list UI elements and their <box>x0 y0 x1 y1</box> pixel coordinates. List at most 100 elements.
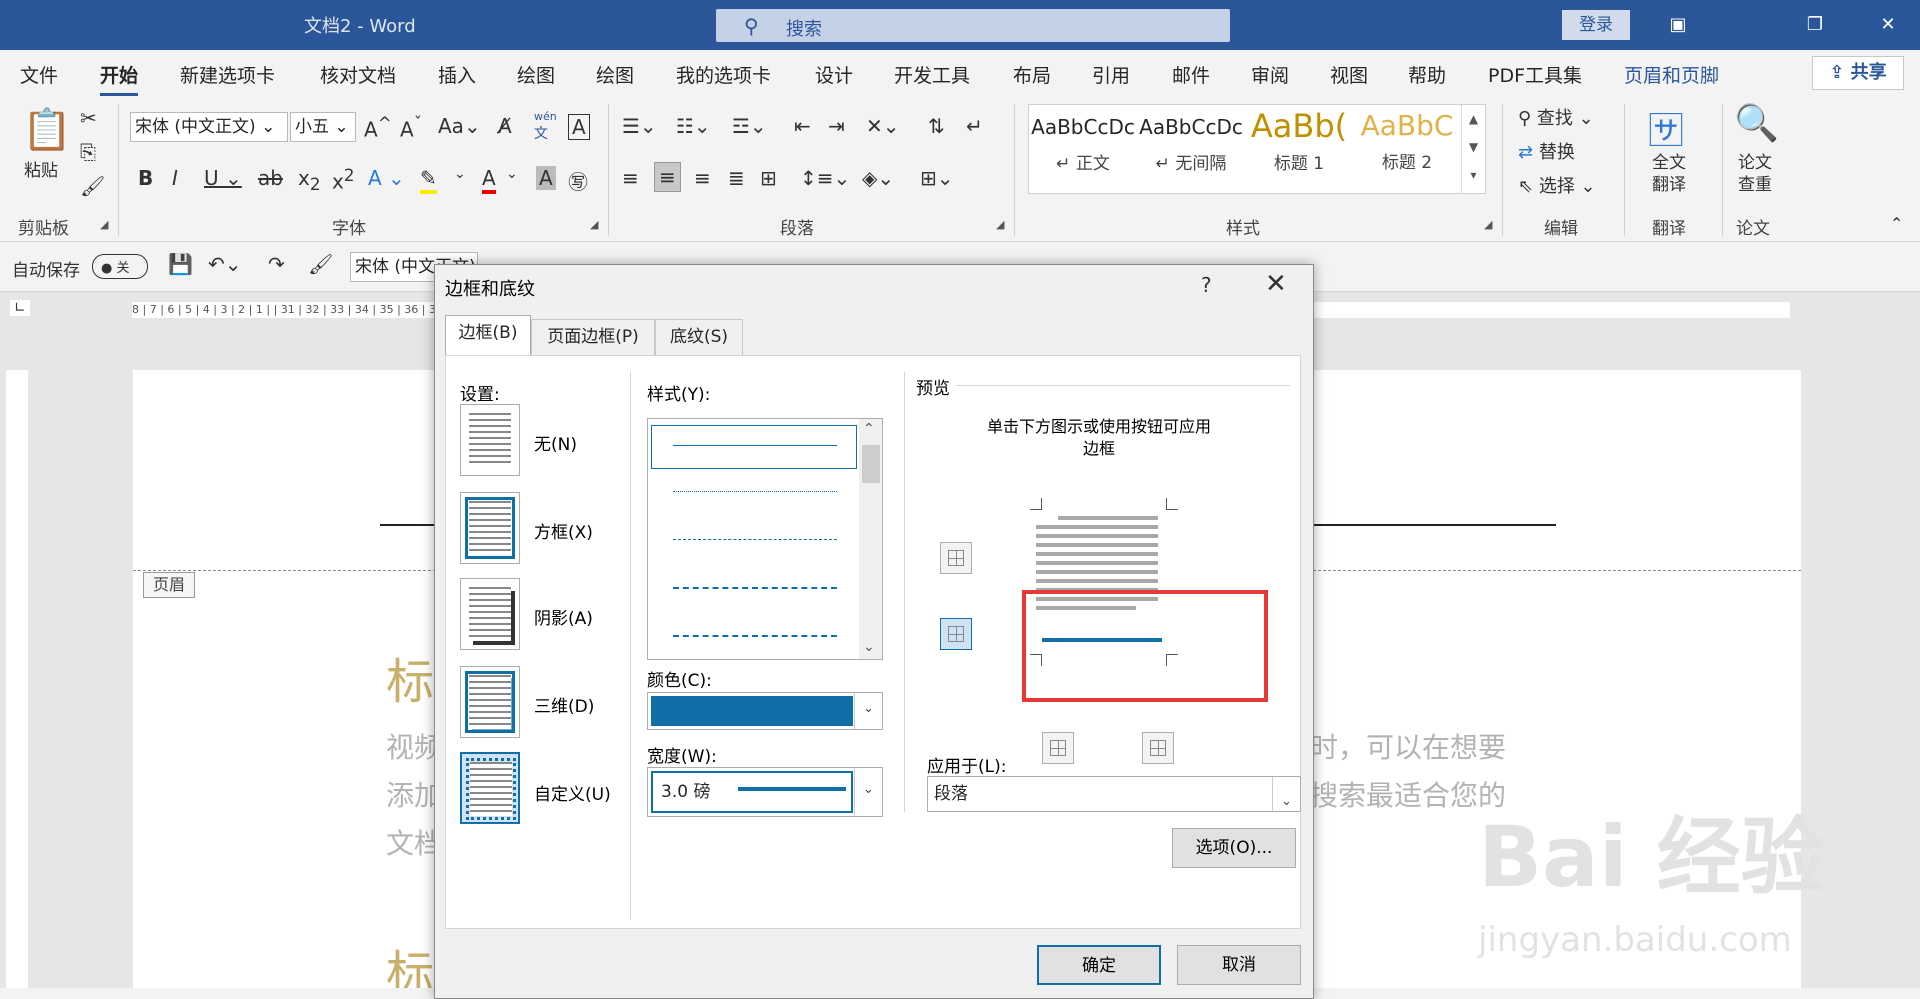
text-effects-icon[interactable]: A ⌄ <box>368 166 405 190</box>
style-dotted[interactable] <box>673 491 837 492</box>
paste-label[interactable]: 粘贴 <box>24 156 58 181</box>
font-launcher-icon[interactable]: ◢ <box>590 218 598 231</box>
strikethrough-icon[interactable]: ab <box>258 166 283 190</box>
autosave-toggle[interactable]: ● 关 <box>92 254 148 279</box>
justify-icon[interactable]: ≣ <box>728 166 745 190</box>
font-color-icon[interactable]: A <box>482 166 496 194</box>
tab-header-footer[interactable]: 页眉和页脚 <box>1624 61 1719 88</box>
font-name-combo[interactable]: 宋体 (中文正文) ⌄ <box>130 112 288 142</box>
setting-box-icon[interactable] <box>460 492 520 564</box>
decrease-indent-icon[interactable]: ⇤ <box>794 114 811 138</box>
tab-layout[interactable]: 布局 <box>1013 61 1051 88</box>
tab-new[interactable]: 新建选项卡 <box>180 61 275 88</box>
style-list-scrollbar[interactable]: ⌃ ⌄ <box>859 419 882 659</box>
restore-icon[interactable]: ❐ <box>1797 10 1833 40</box>
shrink-font-icon[interactable]: Aˇ <box>400 114 422 142</box>
apply-to-select[interactable]: 段落 ⌄ <box>927 776 1301 812</box>
paragraph-launcher-icon[interactable]: ◢ <box>996 218 1004 231</box>
styles-launcher-icon[interactable]: ◢ <box>1484 218 1492 231</box>
tab-stop-selector[interactable]: ∟ <box>10 300 30 316</box>
share-button[interactable]: ⇪ 共享 <box>1812 56 1904 90</box>
char-border-icon[interactable]: A <box>568 114 590 140</box>
align-center-icon[interactable]: ≡ <box>654 162 681 192</box>
paper-check-button[interactable]: 论文 查重 <box>1738 152 1772 196</box>
tab-home[interactable]: 开始 <box>100 61 139 96</box>
numbering-icon[interactable]: ☷⌄ <box>676 114 711 138</box>
chinese-layout-icon[interactable]: ✕⌄ <box>866 114 900 138</box>
scroll-thumb[interactable] <box>862 445 880 483</box>
align-left-icon[interactable]: ≡ <box>622 166 639 190</box>
tab-pdf-tools[interactable]: PDF工具集 <box>1488 61 1582 88</box>
increase-indent-icon[interactable]: ⇥ <box>828 114 845 138</box>
tab-insert[interactable]: 插入 <box>438 61 476 88</box>
undo-icon[interactable]: ↶⌄ <box>208 252 242 276</box>
chevron-down-icon[interactable]: ⌄ <box>854 693 882 729</box>
paste-icon[interactable]: 📋 <box>22 106 72 153</box>
chevron-down-icon[interactable]: ⌄ <box>854 768 882 816</box>
tab-design[interactable]: 设计 <box>815 61 853 88</box>
login-button[interactable]: 登录 <box>1562 10 1630 40</box>
shading-icon[interactable]: ◈⌄ <box>862 166 894 190</box>
redo-icon[interactable]: ↷ <box>268 252 285 276</box>
setting-3d-icon[interactable] <box>460 666 520 738</box>
style-heading-2[interactable]: AaBbC 标题 2 <box>1353 105 1461 193</box>
right-border-button[interactable] <box>1142 732 1174 764</box>
style-dashed[interactable] <box>673 587 837 589</box>
tab-file[interactable]: 文件 <box>20 61 58 88</box>
tab-shading[interactable]: 底纹(S) <box>655 319 743 355</box>
show-marks-icon[interactable]: ↵ <box>966 114 983 138</box>
translate-icon[interactable]: 🈂 <box>1648 102 1684 154</box>
search-box[interactable]: ⚲ 搜索 <box>716 9 1230 42</box>
align-right-icon[interactable]: ≡ <box>694 166 711 190</box>
setting-shadow[interactable]: 阴影(A) <box>534 604 593 629</box>
tab-page-border[interactable]: 页面边框(P) <box>531 319 655 355</box>
font-color-dropdown-icon[interactable]: ⌄ <box>506 166 518 182</box>
tab-draw-1[interactable]: 绘图 <box>517 61 555 88</box>
highlight-dropdown-icon[interactable]: ⌄ <box>454 166 466 182</box>
enclose-char-icon[interactable]: ㊢ <box>568 166 588 195</box>
clear-format-icon[interactable]: A̸ <box>498 114 512 138</box>
styles-scroll[interactable]: ▲ ▼ ▾ <box>1461 105 1485 193</box>
borders-icon[interactable]: ⊞⌄ <box>920 166 954 190</box>
line-spacing-icon[interactable]: ↕≡⌄ <box>800 166 850 190</box>
tab-borders[interactable]: 边框(B) <box>445 315 531 356</box>
full-translate-button[interactable]: 全文 翻译 <box>1652 152 1686 196</box>
help-button[interactable]: ? <box>1201 273 1212 297</box>
tab-mailings[interactable]: 邮件 <box>1172 61 1210 88</box>
tab-developer[interactable]: 开发工具 <box>894 61 970 88</box>
style-solid[interactable] <box>673 445 837 446</box>
cancel-button[interactable]: 取消 <box>1177 945 1301 985</box>
setting-custom-icon[interactable] <box>460 752 520 824</box>
border-style-list[interactable]: ⌃ ⌄ <box>647 418 883 660</box>
dialog-close-icon[interactable]: ✕ <box>1265 269 1287 299</box>
save-icon[interactable]: 💾 <box>168 252 193 276</box>
options-button[interactable]: 选项(O)... <box>1172 828 1296 868</box>
left-border-button[interactable] <box>1042 732 1074 764</box>
border-width-select[interactable]: 3.0 磅 ⌄ <box>647 767 883 817</box>
highlight-icon[interactable]: ✎ <box>420 166 437 194</box>
subscript-icon[interactable]: x2 <box>298 166 320 194</box>
setting-box[interactable]: 方框(X) <box>534 518 593 543</box>
style-dash-dot[interactable] <box>673 635 837 637</box>
chevron-down-icon[interactable]: ⌄ <box>1272 777 1300 811</box>
top-border-button[interactable] <box>940 542 972 574</box>
style-dashed-small[interactable] <box>673 539 837 540</box>
setting-none[interactable]: 无(N) <box>534 430 577 455</box>
replace-button[interactable]: ⇄ 替换 <box>1518 138 1575 164</box>
superscript-icon[interactable]: x2 <box>332 166 354 194</box>
tab-draw-2[interactable]: 绘图 <box>596 61 634 88</box>
cut-icon[interactable]: ✂ <box>80 106 97 130</box>
scroll-down-icon[interactable]: ⌄ <box>863 639 875 655</box>
collapse-ribbon-icon[interactable]: ⌃ <box>1890 214 1903 233</box>
multilevel-list-icon[interactable]: ☲⌄ <box>732 114 767 138</box>
setting-shadow-icon[interactable] <box>460 578 520 650</box>
tab-references[interactable]: 引用 <box>1092 61 1130 88</box>
tab-review-docs[interactable]: 核对文档 <box>320 61 396 88</box>
format-painter-qat-icon[interactable]: 🖌 <box>308 252 333 276</box>
tab-help[interactable]: 帮助 <box>1408 61 1446 88</box>
scroll-up-icon[interactable]: ⌃ <box>863 421 875 437</box>
tab-my-tab[interactable]: 我的选项卡 <box>676 61 771 88</box>
style-no-spacing[interactable]: AaBbCcDc ↵ 无间隔 <box>1137 105 1245 193</box>
change-case-icon[interactable]: Aa⌄ <box>438 114 481 138</box>
sort-icon[interactable]: ⇅ <box>928 114 945 138</box>
